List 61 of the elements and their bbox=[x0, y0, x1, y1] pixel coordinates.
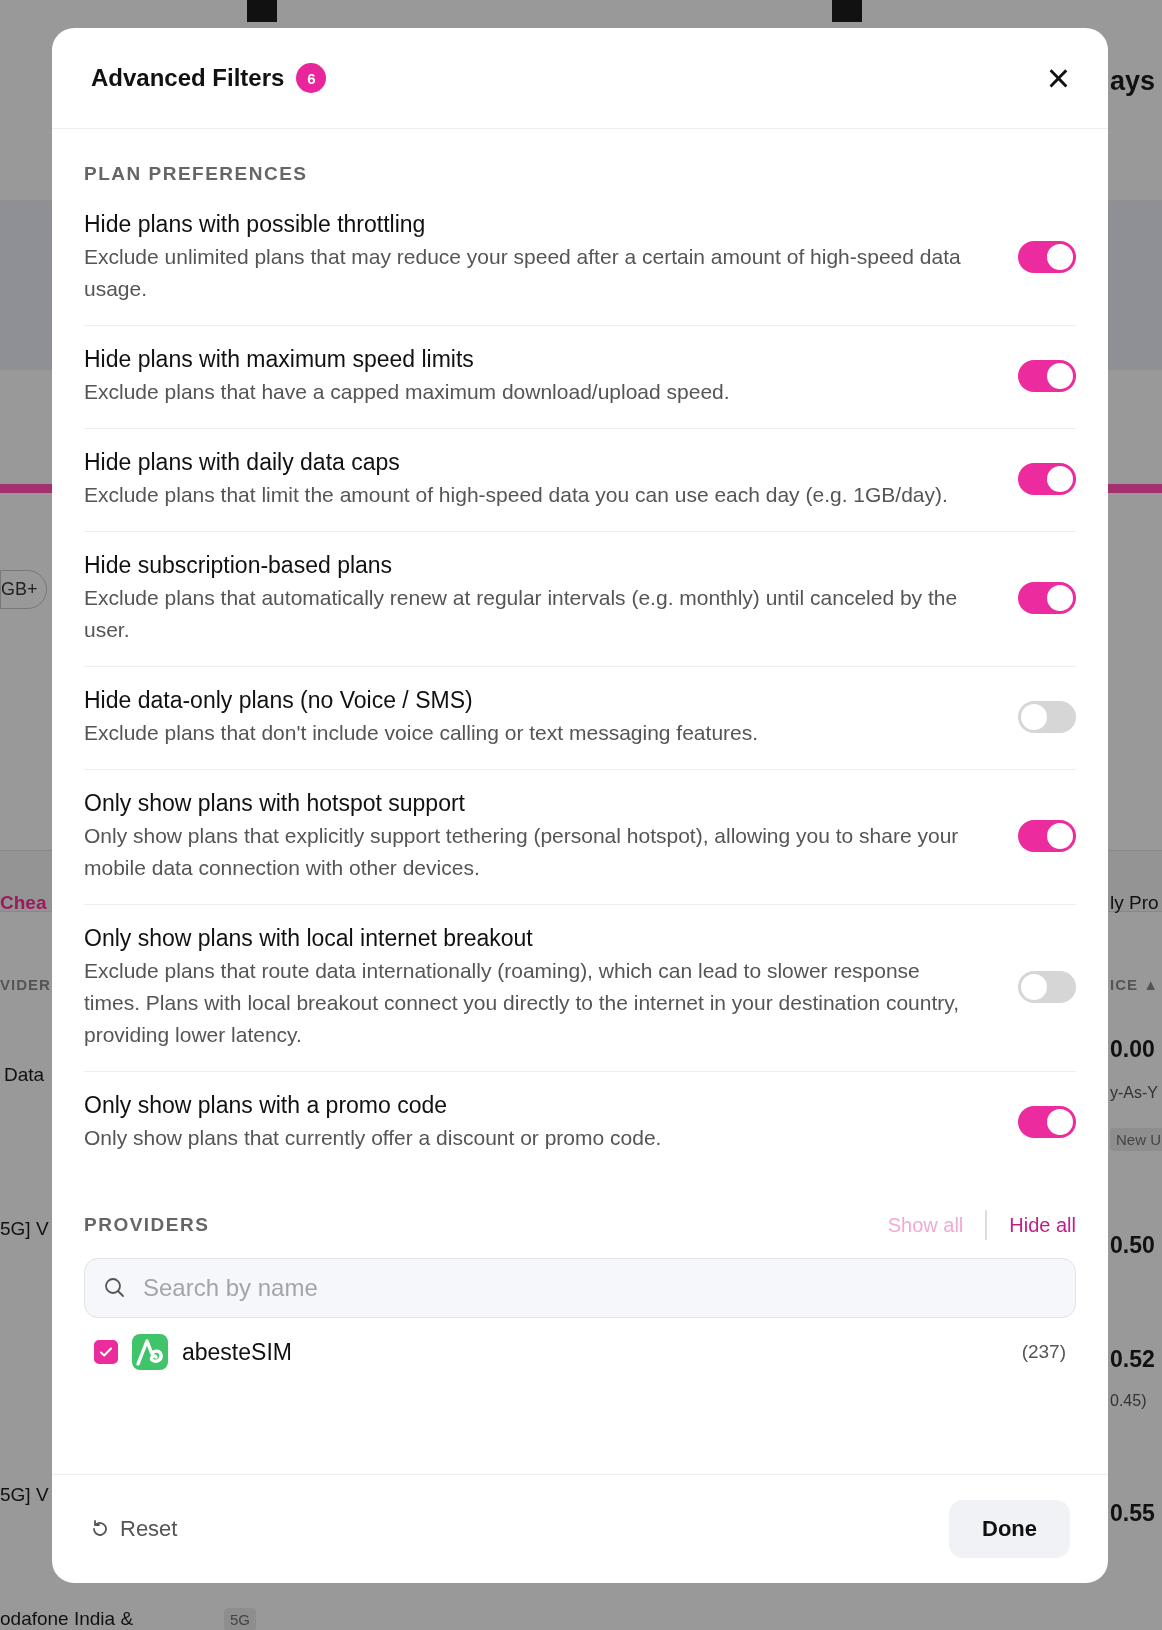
search-icon bbox=[104, 1277, 126, 1299]
thumbnail bbox=[247, 0, 277, 22]
filter-title: Hide plans with possible throttling bbox=[84, 210, 427, 239]
filter-title: Hide subscription-based plans bbox=[84, 551, 394, 580]
filter-title: Hide plans with daily data caps bbox=[84, 448, 401, 477]
filter-description: Exclude plans that have a capped maximum download/upload speed. bbox=[84, 379, 731, 405]
background-text: VIDER bbox=[0, 976, 51, 993]
checkbox[interactable] bbox=[94, 1340, 118, 1364]
provider-count: (237) bbox=[1021, 1341, 1066, 1363]
reset-button[interactable]: Reset bbox=[90, 1516, 178, 1542]
toggle-switch[interactable] bbox=[1018, 582, 1076, 614]
toggle-switch[interactable] bbox=[1018, 1106, 1076, 1138]
tab-indicator bbox=[1108, 484, 1162, 493]
background-text: Chea bbox=[0, 892, 47, 914]
provider-logo-icon bbox=[132, 1334, 168, 1370]
toggle-switch[interactable] bbox=[1018, 820, 1076, 852]
section-heading: PLAN PREFERENCES bbox=[84, 163, 309, 185]
background-text: ICE ▲ bbox=[1110, 976, 1160, 993]
section-heading: PROVIDERS bbox=[84, 1214, 210, 1236]
check-icon bbox=[99, 1345, 113, 1359]
thumbnail bbox=[832, 0, 862, 22]
background-text: 0.52 bbox=[1110, 1346, 1155, 1373]
background-text: Data bbox=[4, 1064, 45, 1086]
background-text: 5G bbox=[224, 1608, 256, 1630]
count-badge: 6 bbox=[296, 63, 327, 93]
filter-title: Only show plans with a promo code bbox=[84, 1091, 449, 1120]
filter-title: Only show plans with hotspot support bbox=[84, 789, 466, 818]
filter-description: Exclude plans that automatically renew at regular intervals (e.g. monthly) until canceled by the user. bbox=[84, 585, 959, 643]
search-field[interactable]: Search by name bbox=[84, 1258, 1076, 1318]
filter-title: Hide plans with maximum speed limits bbox=[84, 345, 475, 374]
background-text: odafone India & bbox=[0, 1608, 134, 1630]
toggle-switch[interactable] bbox=[1018, 971, 1076, 1003]
tab-indicator bbox=[0, 484, 52, 493]
provider-name: abesteSIM bbox=[182, 1338, 292, 1366]
background-text: y-As-Y bbox=[1110, 1084, 1158, 1102]
background-text: ays bbox=[1110, 66, 1156, 97]
close-button[interactable]: × bbox=[1040, 58, 1076, 98]
hide-all-link[interactable]: Hide all bbox=[1009, 1213, 1076, 1237]
toggle-switch[interactable] bbox=[1018, 241, 1076, 273]
background-text: 0.00 bbox=[1110, 1036, 1155, 1063]
filter-title: Hide data-only plans (no Voice / SMS) bbox=[84, 686, 474, 715]
done-button[interactable]: Done bbox=[949, 1500, 1070, 1558]
filter-title: Only show plans with local internet breakout bbox=[84, 924, 534, 953]
background-text: 5G] V bbox=[0, 1218, 49, 1240]
filter-description: Exclude plans that limit the amount of high-speed data you can use each day (e.g. 1GB/day). bbox=[84, 482, 949, 508]
toggle-switch[interactable] bbox=[1018, 360, 1076, 392]
background-text: New U bbox=[1110, 1128, 1162, 1151]
background-text: 0.55 bbox=[1110, 1500, 1155, 1527]
dialog-title: Advanced Filters bbox=[91, 64, 285, 92]
background-text: 5G] V bbox=[0, 1484, 49, 1506]
filter-description: Exclude unlimited plans that may reduce your speed after a certain amount of high-speed data usage. bbox=[84, 244, 962, 302]
background-text: 0.45) bbox=[1110, 1392, 1147, 1410]
background-text: ly Pro bbox=[1110, 892, 1159, 914]
background-text: 0.50 bbox=[1110, 1232, 1155, 1259]
filter-description: Exclude plans that route data internationally (roaming), which can lead to slower response times. Plans with local breakout connect you directly to the internet in your destination country, providing lower latency. bbox=[84, 958, 961, 1048]
toggle-switch[interactable] bbox=[1018, 463, 1076, 495]
filter-description: Only show plans that explicitly support tethering (personal hotspot), allowing you to share your mobile data connection with other devices. bbox=[84, 823, 960, 881]
toggle-switch[interactable] bbox=[1018, 701, 1076, 733]
filter-description: Exclude plans that don't include voice calling or text messaging features. bbox=[84, 720, 760, 746]
filter-description: Only show plans that currently offer a discount or promo code. bbox=[84, 1125, 663, 1151]
reset-icon bbox=[90, 1519, 110, 1539]
